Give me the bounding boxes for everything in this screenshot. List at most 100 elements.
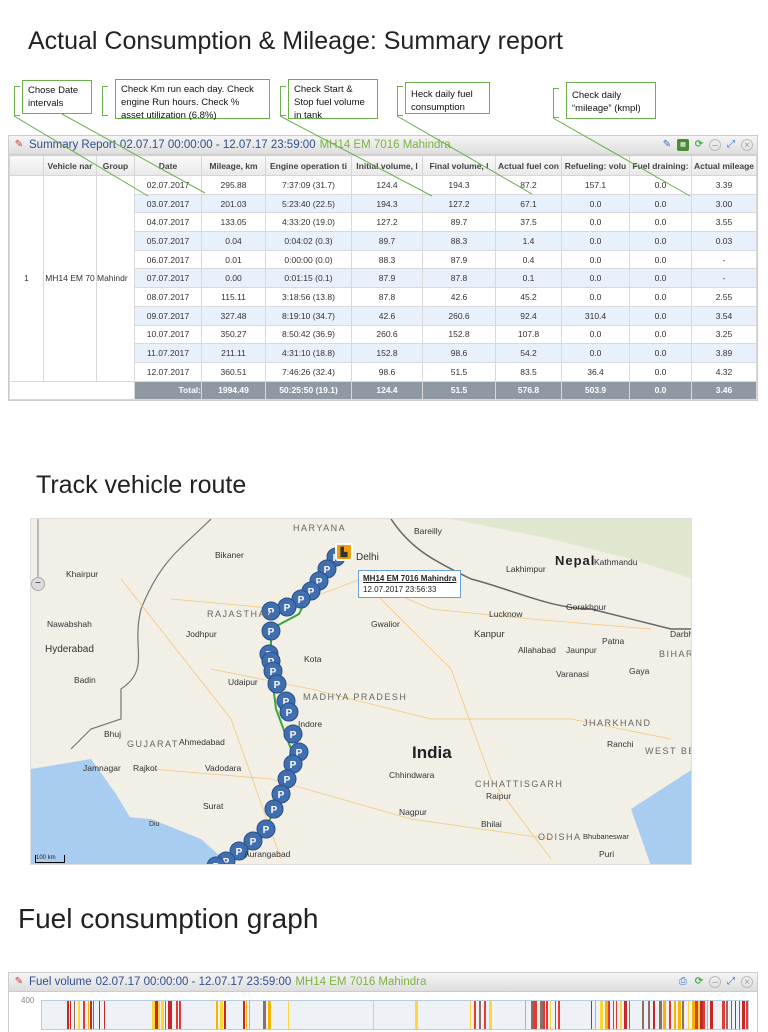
map-place-label: Rajkot [133, 763, 158, 773]
parking-marker-icon[interactable]: P [267, 674, 287, 694]
fuel-event-bar [93, 1001, 95, 1029]
column-header[interactable]: Mileage, km [201, 155, 266, 176]
maximize-icon[interactable]: ⤢ [725, 976, 737, 988]
total-spacer [9, 380, 135, 400]
fuel-event-bar [668, 1001, 671, 1029]
fuel-event-bar [98, 1001, 100, 1029]
zoom-slider[interactable] [37, 519, 43, 579]
panel-title: Fuel volume [29, 976, 92, 988]
fuel-event-bar [104, 1001, 106, 1029]
fuel-event-bar [555, 1001, 557, 1029]
table-cell: 0.0 [629, 305, 692, 326]
map-place-label: Jamnagar [83, 763, 121, 773]
fuel-event-bar [613, 1001, 615, 1029]
fuel-event-bar [687, 1001, 689, 1029]
column-header[interactable]: Engine operation ti [265, 155, 352, 176]
close-icon[interactable]: × [741, 976, 753, 988]
close-icon[interactable]: × [741, 139, 753, 151]
parking-marker-icon[interactable]: P [264, 799, 284, 819]
table-cell: 09.07.2017 [134, 305, 202, 326]
table-cell: 3.00 [691, 193, 757, 214]
refresh-icon[interactable]: ⟳ [693, 976, 705, 988]
map-place-label: Chhindwara [389, 770, 435, 780]
map-place-label: Kathmandu [594, 557, 638, 567]
column-header[interactable]: Actual mileage [691, 155, 757, 176]
table-cell: 0.0 [629, 287, 692, 307]
date-range[interactable]: 02.07.17 00:00:00 - 12.07.17 23:59:00 [120, 139, 316, 151]
table-cell: 350.27 [201, 324, 266, 345]
parking-marker-icon[interactable]: P [279, 702, 299, 722]
map-place-label: Jodhpur [186, 629, 217, 639]
svg-text:P: P [274, 680, 281, 691]
date-range[interactable]: 02.07.17 00:00:00 - 12.07.17 23:59:00 [96, 976, 292, 988]
minimize-icon[interactable]: – [709, 976, 721, 988]
vehicle-tooltip: MH14 EM 7016 Mahindra 12.07.2017 23:56:33 [358, 570, 462, 598]
map-place-label: India [412, 743, 452, 762]
table-header-row: Vehicle nar Group Date Mileage, km Engine op… [9, 155, 757, 176]
maximize-icon[interactable]: ⤢ [725, 139, 737, 151]
table-cell: 107.8 [495, 324, 562, 345]
table-cell: 0.0 [561, 249, 630, 270]
svg-text:P: P [250, 837, 257, 848]
table-cell: 0.0 [561, 268, 630, 289]
svg-text:P: P [284, 603, 291, 614]
vehicle-name: MH14 EM 7016 Mahindra [319, 139, 451, 151]
parking-marker-icon[interactable]: P [277, 597, 297, 617]
print-icon[interactable]: ⎙ [677, 976, 689, 988]
table-cell: 5:23:40 (22.5) [265, 193, 352, 214]
truck-icon[interactable]: ▙ [335, 543, 353, 561]
table-cell: 7:46:26 (32.4) [265, 361, 352, 382]
column-header[interactable]: Group [96, 155, 135, 176]
table-cell: 4:33:20 (19.0) [265, 212, 352, 233]
table-cell: 87.9 [351, 268, 423, 289]
fuel-event-bar [483, 1001, 486, 1029]
fuel-event-bar [620, 1001, 623, 1029]
refresh-icon[interactable]: ⟳ [693, 139, 705, 151]
parking-marker-icon[interactable]: P [261, 621, 281, 641]
column-header[interactable]: Refueling: volu [561, 155, 630, 176]
column-header[interactable]: Vehicle nar [43, 155, 97, 176]
table-cell: 157.1 [561, 175, 630, 195]
table-cell: 127.2 [422, 193, 496, 214]
export-xls-icon[interactable]: ▦ [677, 139, 689, 151]
table-cell: 0.0 [629, 324, 692, 345]
column-header[interactable]: Fuel draining: [629, 155, 692, 176]
zoom-out-button[interactable]: − [31, 577, 45, 591]
vehicle-name: MH14 EM 7016 Mahindra [295, 976, 427, 988]
table-cell: 3:18:56 (13.8) [265, 287, 352, 307]
table-cell: 260.6 [351, 324, 423, 345]
fuel-event-bar [90, 1001, 93, 1029]
fuel-event-bar [414, 1001, 418, 1029]
table-cell: 02.07.2017 [134, 175, 202, 195]
column-header[interactable] [9, 155, 44, 176]
fuel-event-bar [674, 1001, 677, 1029]
fuel-event-bar [473, 1001, 476, 1029]
callout-fuel-volume: Check Start & Stop fuel volume in tank [288, 79, 378, 121]
fuel-chart-area[interactable] [41, 1000, 749, 1030]
table-cell: 0.0 [561, 193, 630, 214]
table-cell: 4:31:10 (18.8) [265, 343, 352, 363]
fuel-event-bar [558, 1001, 561, 1029]
table-cell: 2.55 [691, 287, 757, 307]
route-map[interactable]: PPPPPPPPPPPPPPPPPPPPPPPPP HARYANA Delhi … [30, 518, 692, 865]
table-cell: 0:04:02 (0.3) [265, 231, 352, 251]
table-cell: 3.39 [691, 175, 757, 195]
map-place-label: Raipur [486, 791, 512, 801]
column-header[interactable]: Initial volume, l [351, 155, 423, 176]
table-cell: 152.8 [422, 324, 496, 345]
table-cell: 88.3 [422, 231, 496, 251]
fuel-event-bar [703, 1001, 706, 1029]
fuel-event-bar [268, 1001, 272, 1029]
total-cell: 50:25:50 (19.1) [265, 380, 352, 400]
fuel-event-bar [741, 1001, 745, 1029]
map-place-label: Nagpur [399, 807, 427, 817]
column-header[interactable]: Date [134, 155, 202, 176]
table-cell: 42.6 [351, 305, 423, 326]
edit-icon[interactable]: ✎ [661, 139, 673, 151]
minimize-icon[interactable]: – [709, 139, 721, 151]
column-header[interactable]: Actual fuel con [495, 155, 562, 176]
table-cell: 0.03 [691, 231, 757, 251]
map-place-label: Varanasi [556, 669, 589, 679]
column-header[interactable]: Final volume, l [422, 155, 496, 176]
table-row: 1 MH14 EM 70 Mahindr 02.07.2017 295.88 7:37:0… [9, 175, 757, 382]
